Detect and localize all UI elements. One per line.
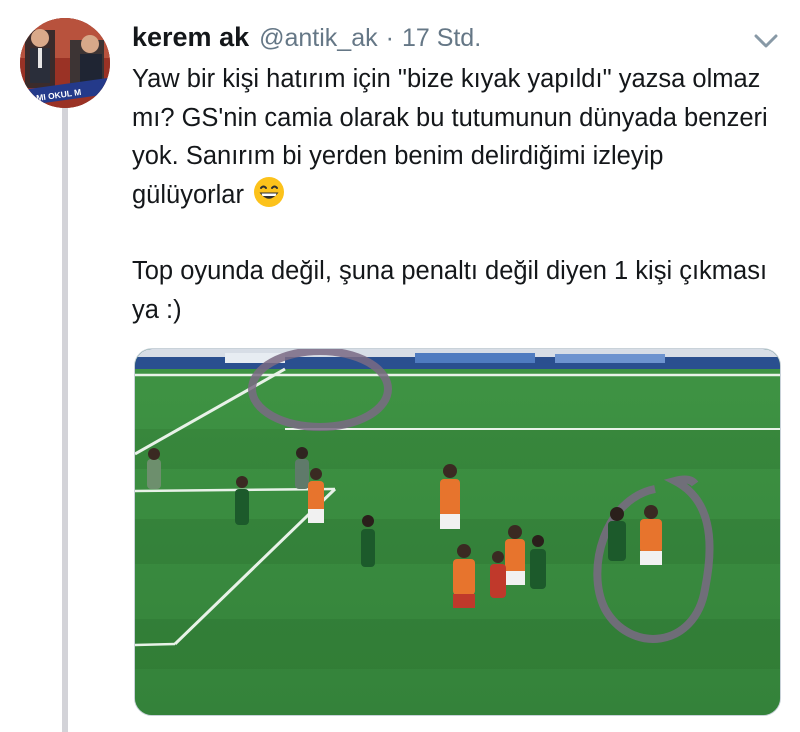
chevron-down-icon[interactable]: [748, 26, 784, 56]
football-pitch-image: [135, 349, 780, 715]
tweet-header: kerem ak @antik_ak · 17 Std.: [132, 22, 481, 58]
thread-line: [62, 108, 68, 732]
tweet-paragraph-2: Top oyunda değil, şuna penaltı değil diy…: [132, 257, 768, 324]
separator-dot: ·: [385, 24, 394, 52]
author-handle[interactable]: @antik_ak: [259, 24, 378, 53]
tweet-media-image[interactable]: [134, 348, 781, 716]
timestamp[interactable]: 17 Std.: [402, 24, 481, 53]
grinning-emoji-icon: [254, 176, 285, 207]
tweet-text: Yaw bir kişi hatırım için "bize kıyak ya…: [132, 60, 772, 329]
tweet-paragraph-1: Yaw bir kişi hatırım için "bize kıyak ya…: [132, 60, 772, 214]
tweet-paragraph-1-text: Yaw bir kişi hatırım için "bize kıyak ya…: [132, 65, 768, 209]
author-name[interactable]: kerem ak: [132, 22, 249, 53]
avatar-image: MI MI OKUL M: [20, 18, 110, 108]
avatar[interactable]: MI MI OKUL M: [20, 18, 110, 108]
